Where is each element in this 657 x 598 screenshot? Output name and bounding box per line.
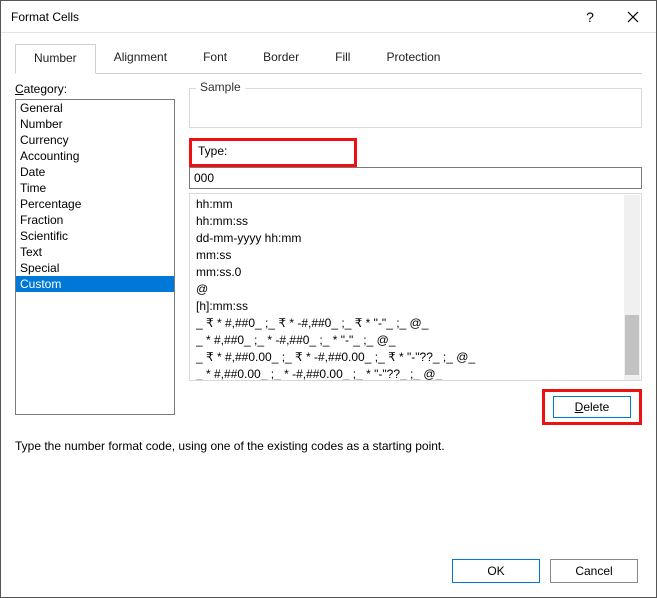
dialog-title: Format Cells xyxy=(11,10,570,24)
scrollbar-thumb[interactable] xyxy=(625,315,639,375)
category-item-special[interactable]: Special xyxy=(16,260,174,276)
format-code-item[interactable]: _ ₹ * #,##0_ ;_ ₹ * -#,##0_ ;_ ₹ * "-"_ … xyxy=(196,315,635,332)
format-code-item[interactable]: _ * #,##0_ ;_ * -#,##0_ ;_ * "-"_ ;_ @_ xyxy=(196,332,635,349)
cancel-button[interactable]: Cancel xyxy=(550,559,638,583)
tab-font[interactable]: Font xyxy=(185,44,245,74)
category-item-scientific[interactable]: Scientific xyxy=(16,228,174,244)
format-cells-dialog: Format Cells ? Number Alignment Font Bor… xyxy=(0,0,657,598)
tab-strip: Number Alignment Font Border Fill Protec… xyxy=(15,43,642,74)
tab-protection[interactable]: Protection xyxy=(368,44,458,74)
category-item-general[interactable]: General xyxy=(16,100,174,116)
category-item-currency[interactable]: Currency xyxy=(16,132,174,148)
format-code-item[interactable]: _ * #,##0.00_ ;_ * -#,##0.00_ ;_ * "-"??… xyxy=(196,366,635,381)
type-input[interactable] xyxy=(189,167,642,189)
tab-number[interactable]: Number xyxy=(15,44,96,74)
help-text: Type the number format code, using one o… xyxy=(15,439,642,453)
category-item-fraction[interactable]: Fraction xyxy=(16,212,174,228)
delete-button[interactable]: Delete xyxy=(553,396,631,418)
format-code-item[interactable]: _ ₹ * #,##0.00_ ;_ ₹ * -#,##0.00_ ;_ ₹ *… xyxy=(196,349,635,366)
tab-fill[interactable]: Fill xyxy=(317,44,368,74)
dialog-footer: OK Cancel xyxy=(1,545,656,597)
category-item-text[interactable]: Text xyxy=(16,244,174,260)
category-item-accounting[interactable]: Accounting xyxy=(16,148,174,164)
sample-group: Sample xyxy=(189,88,642,128)
category-item-number[interactable]: Number xyxy=(16,116,174,132)
close-icon xyxy=(627,11,639,23)
tab-border[interactable]: Border xyxy=(245,44,317,74)
titlebar: Format Cells ? xyxy=(1,1,656,33)
format-code-item[interactable]: @ xyxy=(196,281,635,298)
category-label: Category: xyxy=(15,82,175,96)
delete-highlight: Delete xyxy=(542,389,642,425)
format-code-item[interactable]: dd-mm-yyyy hh:mm xyxy=(196,230,635,247)
format-code-item[interactable]: [h]:mm:ss xyxy=(196,298,635,315)
category-item-custom[interactable]: Custom xyxy=(16,276,174,292)
format-code-item[interactable]: hh:mm:ss xyxy=(196,213,635,230)
ok-button[interactable]: OK xyxy=(452,559,540,583)
format-code-item[interactable]: mm:ss.0 xyxy=(196,264,635,281)
format-list-scrollbar[interactable] xyxy=(624,195,640,381)
close-button[interactable] xyxy=(610,1,656,33)
help-button[interactable]: ? xyxy=(570,9,610,25)
category-listbox[interactable]: General Number Currency Accounting Date … xyxy=(15,99,175,415)
sample-label: Sample xyxy=(196,80,245,94)
category-item-time[interactable]: Time xyxy=(16,180,174,196)
format-code-listbox[interactable]: hh:mm hh:mm:ss dd-mm-yyyy hh:mm mm:ss mm… xyxy=(189,193,642,381)
category-item-date[interactable]: Date xyxy=(16,164,174,180)
format-code-item[interactable]: mm:ss xyxy=(196,247,635,264)
format-code-item[interactable]: hh:mm xyxy=(196,196,635,213)
category-item-percentage[interactable]: Percentage xyxy=(16,196,174,212)
tab-alignment[interactable]: Alignment xyxy=(96,44,185,74)
